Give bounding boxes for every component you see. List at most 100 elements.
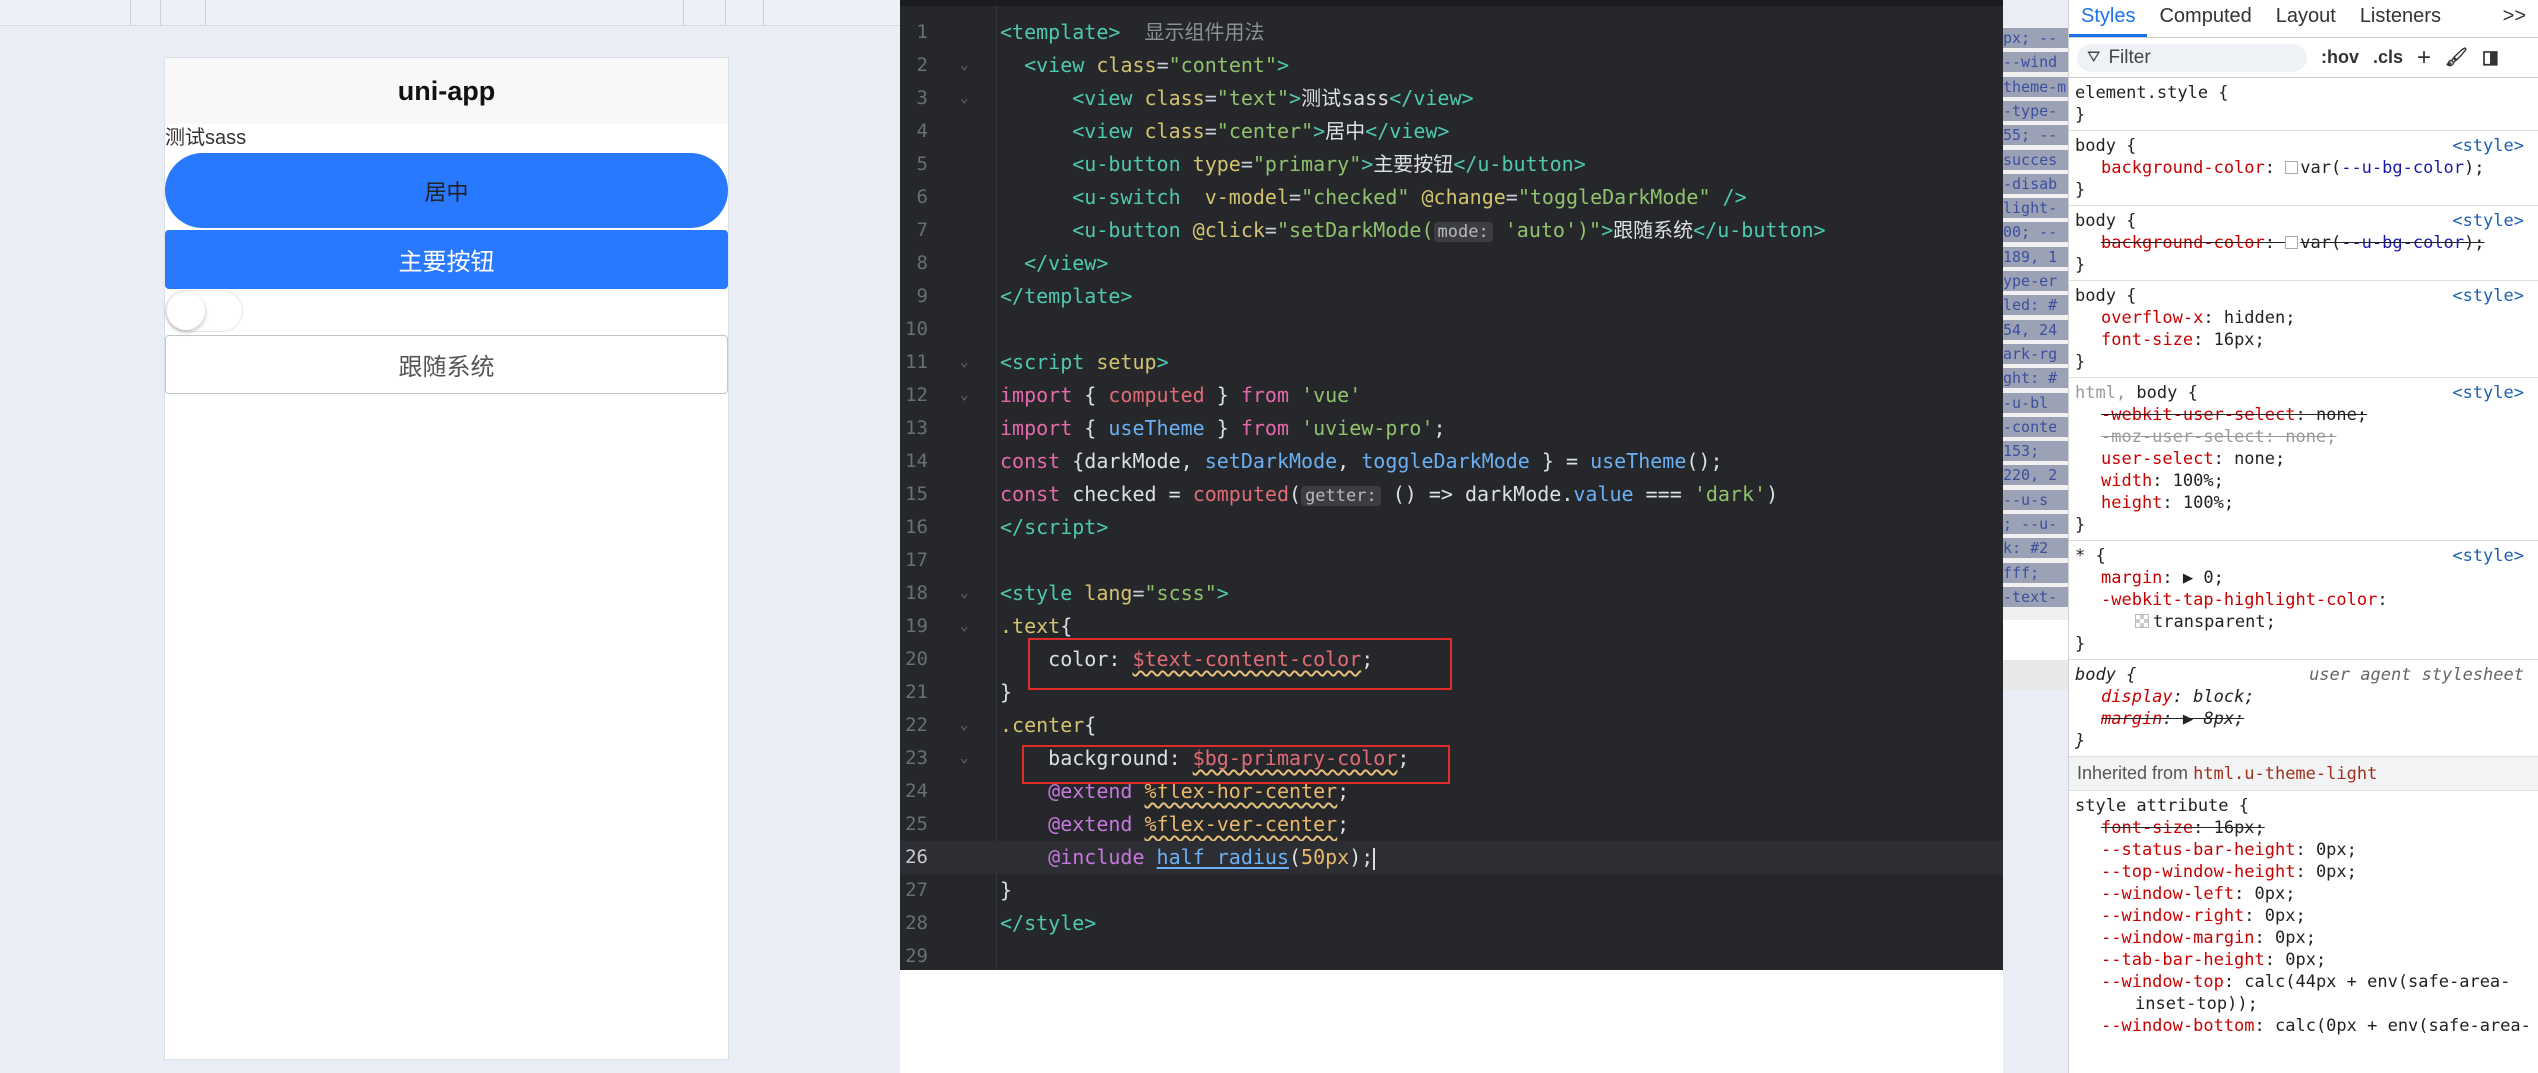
property[interactable]: background-color: var(--u-bg-color); xyxy=(2075,157,2530,179)
source-link[interactable]: <style> xyxy=(2452,285,2524,307)
tab-computed[interactable]: Computed xyxy=(2147,5,2263,37)
property[interactable]: -moz-user-select: none; xyxy=(2075,426,2530,448)
code-line[interactable]: 3 ⌄ <view class="text">测试sass</view> xyxy=(900,82,2003,115)
code-line[interactable]: 25 @extend %flex-ver-center; xyxy=(900,808,2003,841)
property[interactable]: display: block; xyxy=(2075,686,2530,708)
property[interactable]: --top-window-height: 0px; xyxy=(2075,861,2530,883)
property[interactable]: background-color: var(--u-bg-color); xyxy=(2075,232,2530,254)
property[interactable]: --window-margin: 0px; xyxy=(2075,927,2530,949)
filter-input[interactable]: ⛛ Filter xyxy=(2077,43,2307,72)
code-line[interactable]: 22 ⌄ .center{ xyxy=(900,709,2003,742)
fold-chevron-icon[interactable]: ⌄ xyxy=(960,379,968,412)
property[interactable]: -webkit-tap-highlight-color: xyxy=(2075,589,2530,611)
console-strip: px; -- --wind theme-m -type- 55; -- succes -di… xyxy=(2003,26,2068,620)
code-line[interactable]: 11 ⌄ <script setup> xyxy=(900,346,2003,379)
code-line[interactable]: 10 xyxy=(900,313,2003,346)
source-link[interactable]: <style> xyxy=(2452,210,2524,232)
property[interactable]: --window-left: 0px; xyxy=(2075,883,2530,905)
property[interactable]: --tab-bar-height: 0px; xyxy=(2075,949,2530,971)
new-rule-button[interactable]: + xyxy=(2417,44,2431,72)
rule-close: } xyxy=(2075,515,2086,535)
code-line[interactable]: 12 ⌄ import { computed } from 'vue' xyxy=(900,379,2003,412)
property[interactable]: font-size: 16px; xyxy=(2075,329,2530,351)
code-text: <u-switch v-model="checked" @change="tog… xyxy=(1072,185,1747,209)
line-number: 14 xyxy=(905,450,928,472)
property[interactable]: width: 100%; xyxy=(2075,470,2530,492)
tab-event-listeners[interactable]: Event Listeners xyxy=(2348,0,2491,37)
code-text: <view class="text">测试sass</view> xyxy=(1072,86,1474,110)
inherited-selector[interactable]: html.u-theme-light xyxy=(2193,764,2377,784)
property[interactable]: -webkit-user-select: none; xyxy=(2075,404,2530,426)
tab-layout[interactable]: Layout xyxy=(2264,5,2348,37)
property[interactable]: --window-bottom: calc(0px + env(safe-are… xyxy=(2075,1015,2531,1037)
code-line[interactable]: 16 </script> xyxy=(900,511,2003,544)
code-line[interactable]: 5 <u-button type="primary">主要按钮</u-butto… xyxy=(900,148,2003,181)
code-line[interactable]: 17 xyxy=(900,544,2003,577)
property[interactable]: font-size: 16px; xyxy=(2075,817,2530,839)
fold-chevron-icon[interactable]: ⌄ xyxy=(960,49,968,82)
fold-chevron-icon[interactable]: ⌄ xyxy=(960,742,968,775)
sidebar-toggle-icon[interactable]: ◨ xyxy=(2482,47,2499,68)
line-number: 20 xyxy=(905,648,928,670)
property[interactable]: --window-right: 0px; xyxy=(2075,905,2530,927)
code-line[interactable]: 13 import { useTheme } from 'uview-pro'; xyxy=(900,412,2003,445)
line-number: 8 xyxy=(916,252,928,274)
fold-chevron-icon[interactable]: ⌄ xyxy=(960,82,968,115)
fold-chevron-icon[interactable]: ⌄ xyxy=(960,709,968,742)
fold-chevron-icon[interactable]: ⌄ xyxy=(960,346,968,379)
source-link[interactable]: <style> xyxy=(2452,135,2524,157)
property[interactable]: margin: ▶ 0; xyxy=(2075,567,2530,589)
property[interactable]: user-select: none; xyxy=(2075,448,2530,470)
line-number: 5 xyxy=(916,153,928,175)
property[interactable]: inset-top)); xyxy=(2075,993,2530,1015)
paint-icon[interactable]: 🖌 xyxy=(2445,47,2468,68)
console-strip-cell: 189, 1 xyxy=(2003,246,2068,267)
console-strip-cell: -conte xyxy=(2003,416,2068,437)
follow-system-button[interactable]: 跟随系统 xyxy=(165,335,728,394)
code-line[interactable]: 7 <u-button @click="setDarkMode(mode: 'a… xyxy=(900,214,2003,247)
filter-icon: ⛛ xyxy=(2087,48,2101,66)
rule-style-attribute: style attribute { font-size: 16px; --sta… xyxy=(2069,791,2538,1041)
primary-button[interactable]: 主要按钮 xyxy=(165,230,728,289)
code-line[interactable]: 1 <template> 显示组件用法 xyxy=(900,16,2003,49)
fold-chevron-icon[interactable]: ⌄ xyxy=(960,610,968,643)
fold-chevron-icon[interactable]: ⌄ xyxy=(960,577,968,610)
property[interactable]: transparent; xyxy=(2075,611,2530,633)
code-editor[interactable]: 1 <template> 显示组件用法 2 ⌄ <view class="conten… xyxy=(900,0,2003,970)
property[interactable]: overflow-x: hidden; xyxy=(2075,307,2530,329)
dark-mode-switch[interactable] xyxy=(165,290,243,332)
code-text: } xyxy=(1000,680,1013,704)
property[interactable]: --window-top: calc(44px + env(safe-area- xyxy=(2075,971,2530,993)
code-line[interactable]: 29 xyxy=(900,940,2003,973)
code-line[interactable]: 28 </style> xyxy=(900,907,2003,940)
source-link[interactable]: <style> xyxy=(2452,545,2524,567)
code-text: import { useTheme } from 'uview-pro'; xyxy=(1000,416,1446,440)
cls-button[interactable]: .cls xyxy=(2373,47,2403,68)
code-line[interactable]: 27} xyxy=(900,874,2003,907)
code-line[interactable]: 18 ⌄ <style lang="scss"> xyxy=(900,577,2003,610)
code-line[interactable]: 2 ⌄ <view class="content"> xyxy=(900,49,2003,82)
console-strip-cell: 153; xyxy=(2003,441,2068,462)
console-strip-cell: 55; -- xyxy=(2003,125,2068,146)
code-line[interactable]: 26 @include half_radius(50px); xyxy=(900,841,2003,874)
code-line[interactable]: 15 const checked = computed(getter: () =>… xyxy=(900,478,2003,511)
code-line[interactable]: 14 const {darkMode, setDarkMode, toggleDa… xyxy=(900,445,2003,478)
property[interactable]: height: 100%; xyxy=(2075,492,2530,514)
source-link[interactable]: <style> xyxy=(2452,382,2524,404)
tab-styles[interactable]: Styles xyxy=(2069,5,2148,37)
tab--[interactable]: >> xyxy=(2491,5,2538,37)
line-number: 17 xyxy=(905,549,928,571)
code-line[interactable]: 8 </view> xyxy=(900,247,2003,280)
code-text: <u-button type="primary">主要按钮</u-button> xyxy=(1072,152,1586,176)
console-strip-cell: --wind xyxy=(2003,52,2068,73)
hov-button[interactable]: :hov xyxy=(2321,47,2359,68)
line-number: 22 xyxy=(905,714,928,736)
code-line[interactable]: 4 <view class="center">居中</view> xyxy=(900,115,2003,148)
property[interactable]: --status-bar-height: 0px; xyxy=(2075,839,2530,861)
property[interactable]: margin: ▶ 8px; xyxy=(2075,708,2530,730)
code-line[interactable]: 9 </template> xyxy=(900,280,2003,313)
code-line[interactable]: 6 <u-switch v-model="checked" @change="t… xyxy=(900,181,2003,214)
console-strip-cell: -type- xyxy=(2003,100,2068,121)
rule-close: } xyxy=(2075,731,2086,751)
line-number: 26 xyxy=(905,846,928,868)
